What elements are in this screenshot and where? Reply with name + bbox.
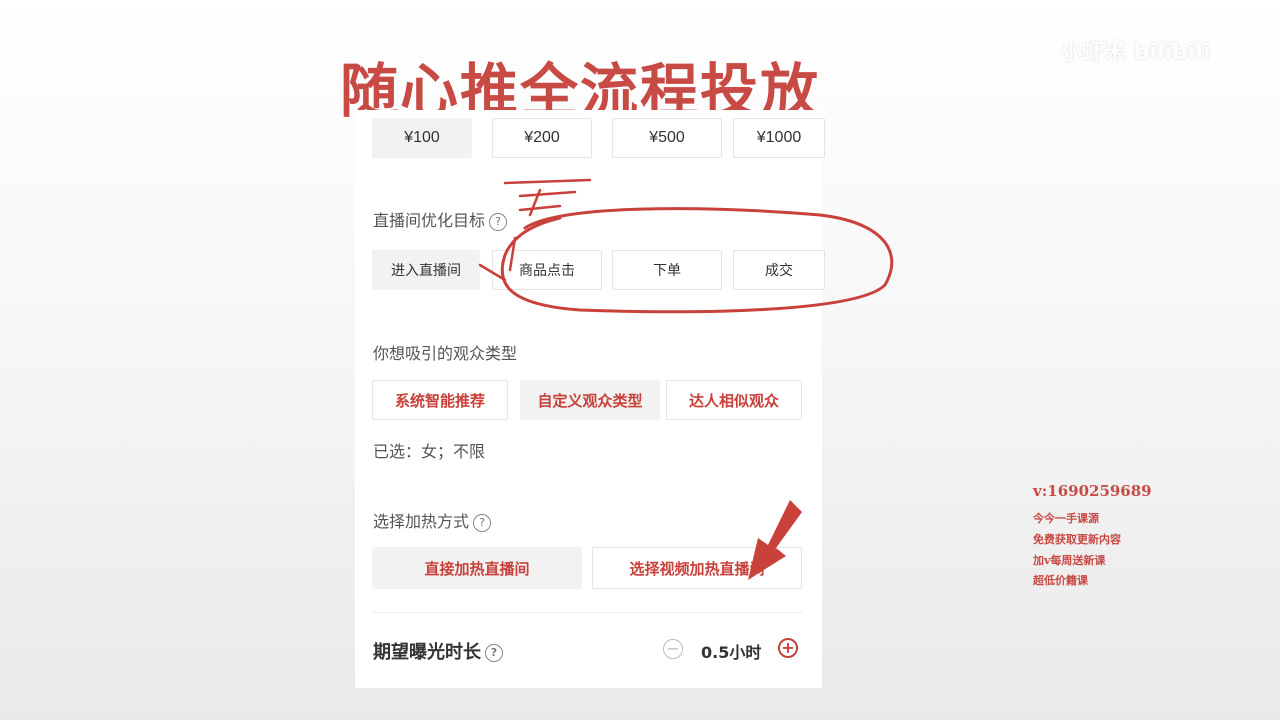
plus-icon[interactable]: +: [778, 638, 798, 658]
heat-option-video[interactable]: 选择视频加热直播间: [592, 547, 802, 589]
duration-label-text: 期望曝光时长: [373, 642, 481, 663]
audience-label: 你想吸引的观众类型: [373, 344, 518, 363]
help-icon[interactable]: ?: [489, 212, 508, 231]
goal-option-product-click[interactable]: 商品点击: [492, 250, 602, 290]
goal-option-enter-room[interactable]: 进入直播间: [372, 250, 480, 290]
audience-option-custom[interactable]: 自定义观众类型: [520, 380, 660, 420]
side-note-4: 超低价籍课: [1033, 574, 1088, 587]
audience-option-smart[interactable]: 系统智能推荐: [372, 380, 508, 420]
goal-option-deal[interactable]: 成交: [733, 250, 825, 290]
side-note-3: 加v每周送新课: [1033, 554, 1106, 567]
help-icon[interactable]: ?: [485, 644, 503, 662]
duration-value: 0.5小时: [701, 643, 762, 662]
audience-option-similar[interactable]: 达人相似观众: [666, 380, 802, 420]
budget-option-1000[interactable]: ¥1000: [733, 118, 825, 158]
help-icon[interactable]: ?: [473, 513, 492, 532]
divider: [372, 612, 802, 613]
side-note-2: 免费获取更新内容: [1033, 533, 1121, 546]
side-note-1: 今今一手课源: [1033, 512, 1099, 525]
goal-option-order[interactable]: 下单: [612, 250, 722, 290]
goal-label-text: 直播间优化目标: [373, 211, 486, 230]
goal-label: 直播间优化目标?: [373, 207, 508, 231]
budget-option-500[interactable]: ¥500: [612, 118, 722, 158]
heat-label: 选择加热方式?: [373, 508, 492, 532]
heat-label-text: 选择加热方式: [373, 512, 470, 531]
watermark-logo: 小虾米 bilibili: [1060, 40, 1211, 65]
minus-icon[interactable]: −: [663, 639, 683, 659]
audience-selected-text: 已选：女；不限: [373, 442, 486, 461]
budget-option-100[interactable]: ¥100: [372, 118, 472, 158]
heat-option-direct[interactable]: 直接加热直播间: [372, 547, 582, 589]
settings-panel: ¥100 ¥200 ¥500 ¥1000 直播间优化目标? 进入直播间 商品点击…: [355, 110, 825, 688]
contact-text: v:1690259689: [1033, 482, 1152, 500]
duration-label: 期望曝光时长?: [373, 638, 503, 664]
budget-option-200[interactable]: ¥200: [492, 118, 592, 158]
